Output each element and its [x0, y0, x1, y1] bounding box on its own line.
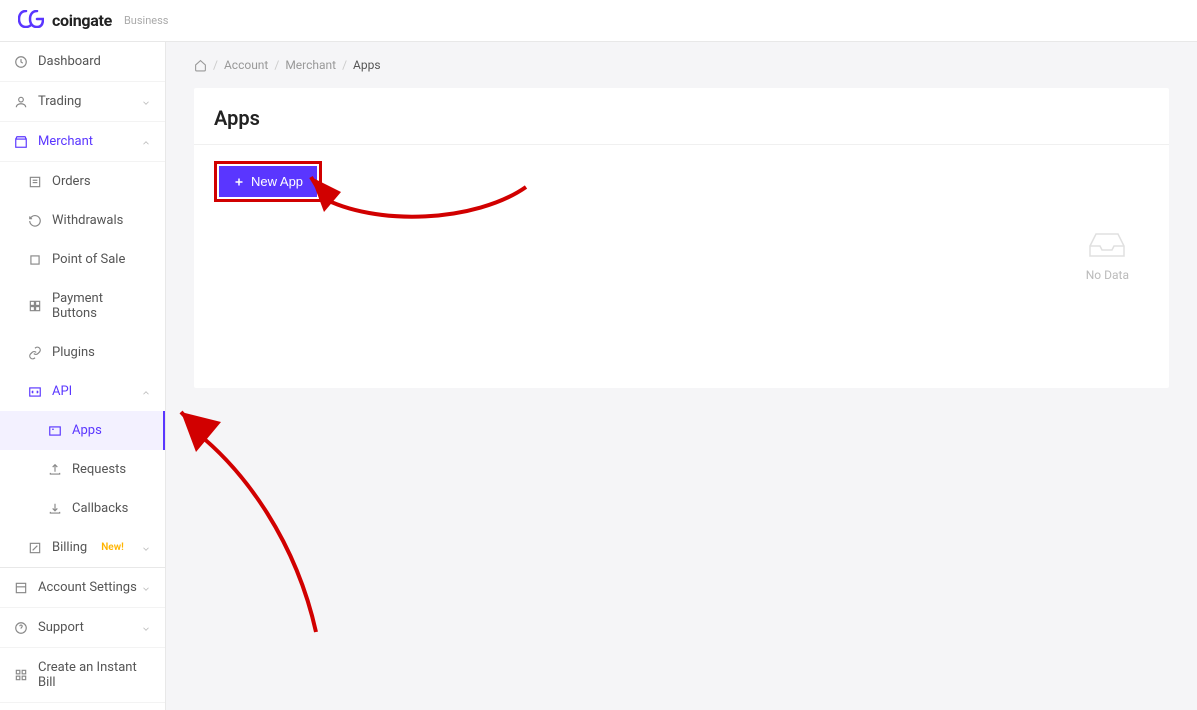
- sidebar-item-label: Support: [38, 620, 84, 635]
- inbox-icon: [1086, 228, 1128, 260]
- edit-icon: [28, 541, 42, 555]
- sidebar-item-plugins[interactable]: Plugins: [0, 333, 165, 372]
- sidebar-item-label: Plugins: [52, 345, 95, 360]
- sidebar-item-label: Apps: [72, 423, 102, 438]
- qr-icon: [14, 668, 28, 682]
- sidebar-item-label: Payment Buttons: [52, 291, 151, 321]
- help-icon: [14, 621, 28, 635]
- empty-text: No Data: [1086, 268, 1129, 282]
- breadcrumb: / Account / Merchant / Apps: [166, 42, 1197, 88]
- sidebar-item-label: Orders: [52, 174, 91, 189]
- dashboard-icon: [14, 55, 28, 69]
- new-badge: New!: [101, 542, 124, 553]
- chevron-down-icon: [141, 623, 151, 633]
- sidebar-item-label: Trading: [38, 94, 81, 109]
- plus-icon: [233, 176, 245, 188]
- sidebar-item-withdrawals[interactable]: Withdrawals: [0, 201, 165, 240]
- sidebar-item-dashboard[interactable]: Dashboard: [0, 42, 165, 82]
- sidebar-item-trading[interactable]: Trading: [0, 82, 165, 122]
- breadcrumb-account[interactable]: Account: [224, 58, 268, 72]
- grid-icon: [28, 299, 42, 313]
- breadcrumb-merchant[interactable]: Merchant: [285, 58, 336, 72]
- list-icon: [28, 175, 42, 189]
- sidebar-item-billing[interactable]: Billing New!: [0, 528, 165, 567]
- sidebar-item-label: Create an Instant Bill: [38, 660, 151, 690]
- download-icon: [48, 502, 62, 516]
- brand-name: coingate: [52, 11, 112, 30]
- main-content: / Account / Merchant / Apps Apps New App: [166, 42, 1197, 710]
- chevron-down-icon: [141, 97, 151, 107]
- upload-icon: [48, 463, 62, 477]
- coingate-logo-icon: [18, 10, 44, 32]
- app-layout: Dashboard Trading Merchant: [0, 42, 1197, 710]
- annotation-highlight-box: New App: [214, 161, 322, 202]
- sidebar-item-label: Withdrawals: [52, 213, 123, 228]
- sidebar-item-merchant[interactable]: Merchant: [0, 122, 165, 162]
- chevron-down-icon: [141, 583, 151, 593]
- sidebar-item-label: Merchant: [38, 134, 93, 149]
- new-app-button-label: New App: [251, 174, 303, 189]
- user-icon: [14, 95, 28, 109]
- sidebar-item-label: Callbacks: [72, 501, 128, 516]
- refresh-icon: [28, 214, 42, 228]
- code-icon: [28, 385, 42, 399]
- breadcrumb-apps: Apps: [353, 58, 381, 72]
- sidebar-item-payment-buttons[interactable]: Payment Buttons: [0, 279, 165, 333]
- sidebar-item-label: Account Settings: [38, 580, 137, 595]
- brand-sub: Business: [124, 14, 169, 27]
- chevron-up-icon: [141, 387, 151, 397]
- sidebar-item-account-settings[interactable]: Account Settings: [0, 567, 165, 608]
- breadcrumb-separator: /: [213, 58, 218, 72]
- breadcrumb-separator: /: [274, 58, 279, 72]
- sidebar-item-apps[interactable]: Apps: [0, 411, 165, 450]
- home-icon[interactable]: [194, 59, 207, 72]
- link-icon: [28, 346, 42, 360]
- empty-state: No Data: [1086, 228, 1129, 282]
- brand-logo[interactable]: coingate Business: [18, 10, 168, 32]
- sidebar-item-callbacks[interactable]: Callbacks: [0, 489, 165, 528]
- store-icon: [14, 135, 28, 149]
- sidebar-item-label: API: [52, 384, 72, 399]
- breadcrumb-separator: /: [342, 58, 347, 72]
- sidebar-item-api[interactable]: API: [0, 372, 165, 411]
- sidebar-item-support[interactable]: Support: [0, 608, 165, 648]
- sidebar-item-pos[interactable]: Point of Sale: [0, 240, 165, 279]
- sidebar-item-instant-bill[interactable]: Create an Instant Bill: [0, 648, 165, 703]
- card-header: Apps: [194, 88, 1169, 145]
- chevron-down-icon: [141, 543, 151, 553]
- apps-card: Apps New App: [194, 88, 1169, 388]
- sidebar-item-label: Requests: [72, 462, 126, 477]
- sidebar-item-label: Billing: [52, 540, 87, 555]
- apps-icon: [48, 424, 62, 438]
- sidebar: Dashboard Trading Merchant: [0, 42, 166, 710]
- sidebar-item-label: Dashboard: [38, 54, 101, 69]
- chevron-up-icon: [141, 137, 151, 147]
- sidebar-item-suggest[interactable]: Suggest a feature: [0, 703, 165, 710]
- sidebar-item-orders[interactable]: Orders: [0, 162, 165, 201]
- card-body: New App No Data: [194, 145, 1169, 218]
- sidebar-item-label: Point of Sale: [52, 252, 125, 267]
- sidebar-item-requests[interactable]: Requests: [0, 450, 165, 489]
- app-header: coingate Business: [0, 0, 1197, 42]
- new-app-button[interactable]: New App: [219, 166, 317, 197]
- page-title: Apps: [214, 106, 1149, 130]
- settings-icon: [14, 581, 28, 595]
- square-icon: [28, 253, 42, 267]
